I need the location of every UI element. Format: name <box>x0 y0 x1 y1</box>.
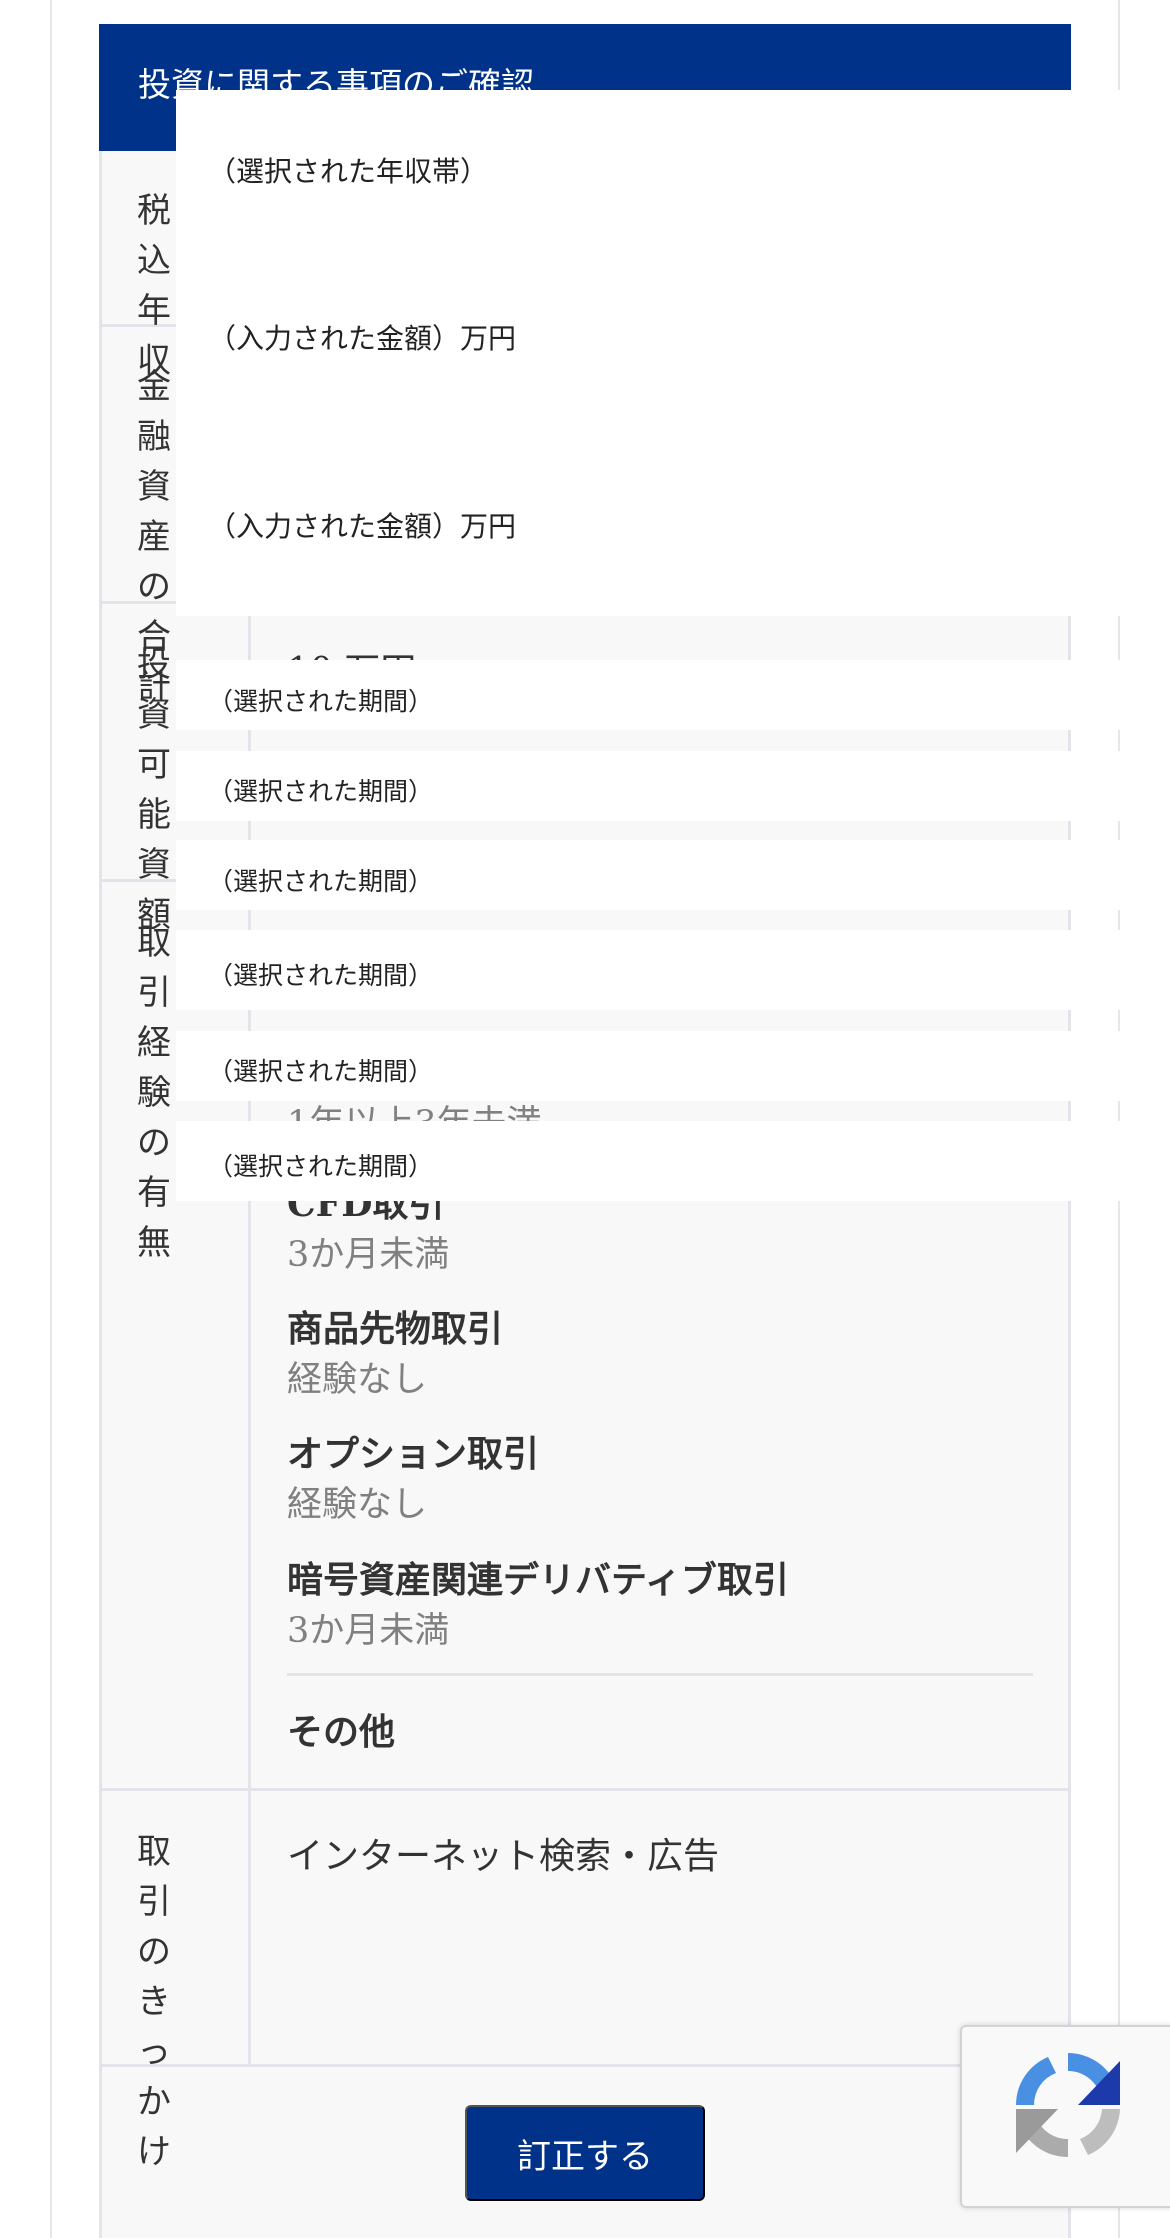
trigger-value: インターネット検索・広告 <box>287 1836 720 1877</box>
experience-item-value: 3か月未満 <box>287 1611 450 1651</box>
period-placeholder: （選択された期間） <box>208 1152 434 1181</box>
submit-correction-button[interactable]: 訂正する <box>465 2105 705 2201</box>
experience-item-value: 3か月未満 <box>287 1235 450 1275</box>
experience-item-value: 経験なし <box>287 1360 428 1400</box>
experience-item-label: オプション取引 <box>287 1433 540 1475</box>
row-divider <box>99 1788 1071 1791</box>
trigger-label: 取引のきっかけ <box>137 1832 171 2172</box>
period-placeholder: （選択された期間） <box>208 1057 434 1086</box>
experience-item-label: 商品先物取引 <box>287 1308 504 1350</box>
period-placeholder: （選択された期間） <box>208 961 434 990</box>
experience-divider <box>287 1673 1033 1676</box>
experience-item-label: 暗号資産関連デリバティブ取引 <box>287 1559 789 1601</box>
recaptcha-logo-icon <box>1016 2053 1120 2158</box>
experience-item-value: 経験なし <box>287 1485 428 1525</box>
page-frame-left <box>50 0 52 2238</box>
amount-placeholder: （入力された金額）万円 <box>208 322 517 355</box>
period-placeholder: （選択された期間） <box>208 867 434 896</box>
experience-other-label: その他 <box>287 1711 396 1753</box>
period-placeholder: （選択された期間） <box>208 777 434 806</box>
period-placeholder: （選択された期間） <box>208 687 434 716</box>
recaptcha-badge[interactable] <box>960 2025 1170 2208</box>
income-placeholder: （選択された年収帯） <box>208 155 489 188</box>
row-divider <box>99 2064 1071 2067</box>
amount-placeholder: （入力された金額）万円 <box>208 510 517 543</box>
